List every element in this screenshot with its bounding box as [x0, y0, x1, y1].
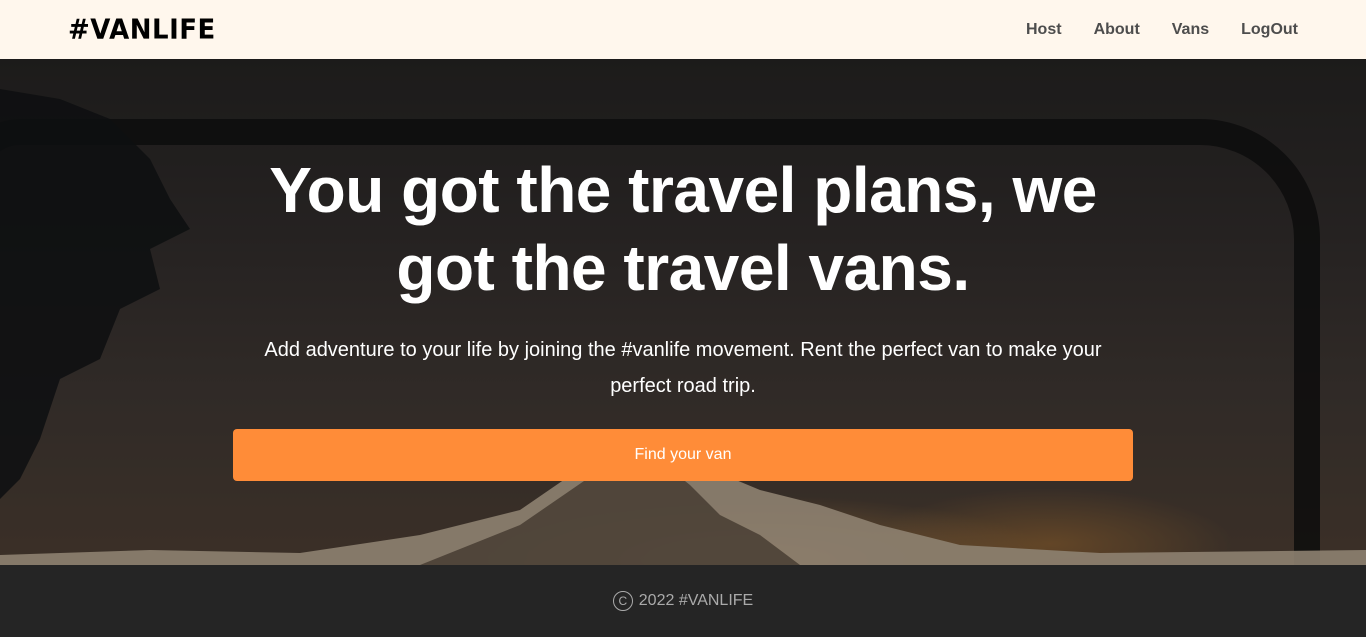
find-your-van-button[interactable]: Find your van [233, 429, 1133, 481]
nav-link-host[interactable]: Host [1026, 21, 1062, 39]
copyright-icon: C [612, 591, 633, 611]
hero-content: You got the travel plans, we got the tra… [233, 151, 1133, 481]
site-header: #VANLIFE Host About Vans LogOut [0, 0, 1366, 59]
nav-link-vans[interactable]: Vans [1172, 21, 1209, 39]
hero-section: You got the travel plans, we got the tra… [0, 59, 1366, 565]
site-footer: C 2022 #VANLIFE [0, 565, 1366, 637]
site-logo[interactable]: #VANLIFE [68, 14, 216, 46]
nav-link-logout[interactable]: LogOut [1241, 21, 1298, 39]
hero-subtitle: Add adventure to your life by joining th… [264, 339, 1102, 397]
main-nav: Host About Vans LogOut [1026, 21, 1298, 39]
footer-copyright-text: 2022 #VANLIFE [638, 592, 754, 609]
nav-link-about[interactable]: About [1094, 21, 1140, 39]
hero-title: You got the travel plans, we got the tra… [269, 154, 1097, 304]
